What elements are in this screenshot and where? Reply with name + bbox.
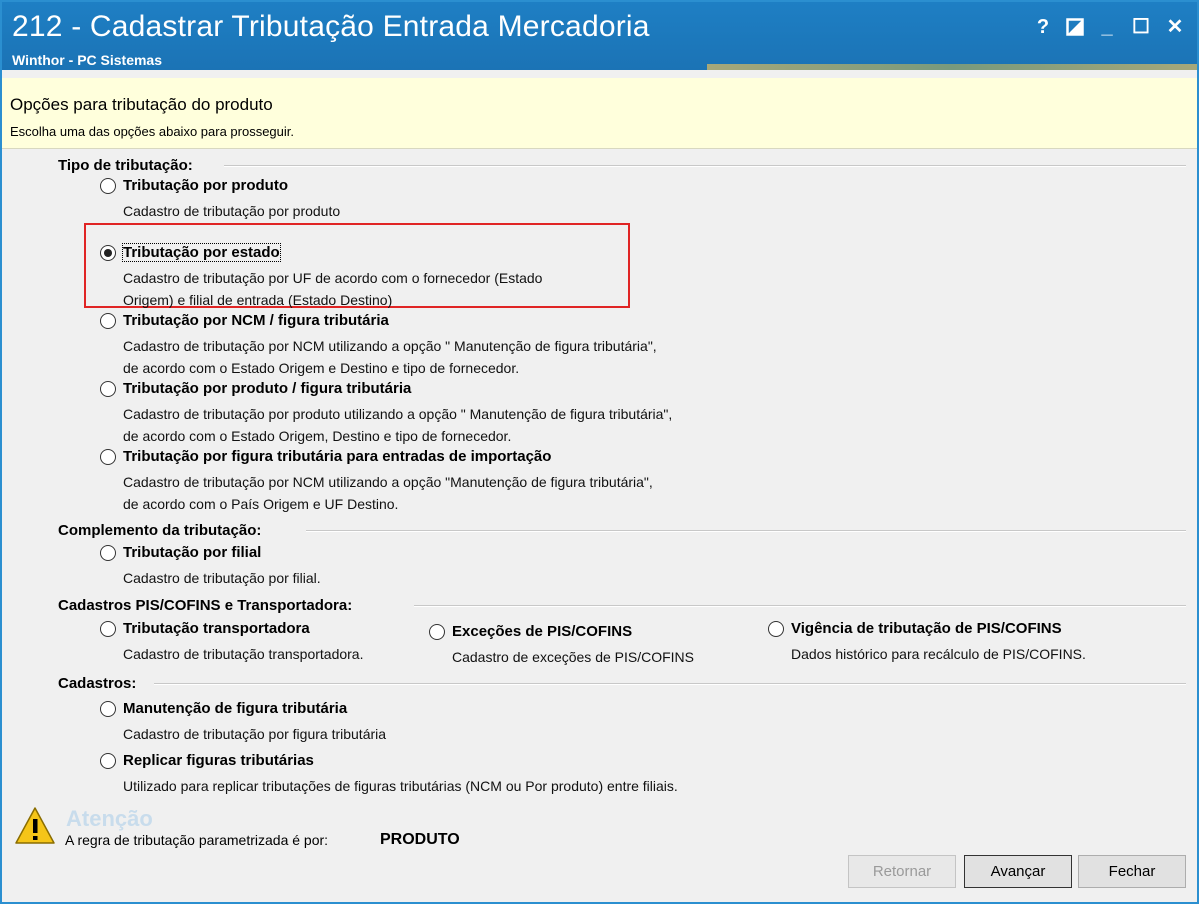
option-description: Cadastro de tributação por filial. xyxy=(123,570,321,586)
option-label[interactable]: Tributação por figura tributária para en… xyxy=(123,448,551,465)
window-title: 212 - Cadastrar Tributação Entrada Merca… xyxy=(12,10,650,43)
option-description: Cadastro de tributação por produto xyxy=(123,203,341,219)
section-divider xyxy=(306,530,1186,532)
option-description: Cadastro de exceções de PIS/COFINS xyxy=(452,649,694,665)
info-header: Opções para tributação do produto Escolh… xyxy=(2,78,1197,149)
option-description: Cadastro de tributação transportadora. xyxy=(123,646,364,662)
section-divider xyxy=(154,683,1186,685)
radio-button[interactable] xyxy=(100,313,116,329)
radio-button[interactable] xyxy=(100,701,116,717)
option-description: Dados histórico para recálculo de PIS/CO… xyxy=(791,646,1086,662)
option-description: Cadastro de tributação por NCM utilizand… xyxy=(123,474,653,512)
maximize-button[interactable]: ☐ xyxy=(1128,14,1154,40)
minimize-button[interactable]: _ xyxy=(1094,14,1120,40)
back-button[interactable]: Retornar xyxy=(848,855,956,888)
main-window: 212 - Cadastrar Tributação Entrada Merca… xyxy=(0,0,1199,904)
section-pis-label: Cadastros PIS/COFINS e Transportadora: xyxy=(58,597,353,614)
section-cadastros-label: Cadastros: xyxy=(58,675,137,692)
option-label[interactable]: Manutenção de figura tributária xyxy=(123,700,347,717)
radio-button[interactable] xyxy=(100,381,116,397)
restore-layout-button[interactable] xyxy=(1062,14,1088,40)
half-square-icon xyxy=(1066,18,1084,36)
option-description: Cadastro de tributação por NCM utilizand… xyxy=(123,338,657,376)
header-title: Opções para tributação do produto xyxy=(10,95,273,114)
attention-title: Atenção xyxy=(66,806,153,831)
window-subtitle: Winthor - PC Sistemas xyxy=(12,52,163,68)
title-bar[interactable]: 212 - Cadastrar Tributação Entrada Merca… xyxy=(2,2,1197,70)
radio-button[interactable] xyxy=(100,753,116,769)
option-label[interactable]: Tributação por estado xyxy=(122,243,281,262)
option-label[interactable]: Replicar figuras tributárias xyxy=(123,752,314,769)
radio-button-selected[interactable] xyxy=(100,245,116,261)
radio-button[interactable] xyxy=(429,624,445,640)
option-description: Cadastro de tributação por UF de acordo … xyxy=(123,270,543,308)
option-label[interactable]: Vigência de tributação de PIS/COFINS xyxy=(791,620,1062,637)
next-button[interactable]: Avançar xyxy=(964,855,1072,888)
option-label[interactable]: Exceções de PIS/COFINS xyxy=(452,623,632,640)
option-label[interactable]: Tributação por NCM / figura tributária xyxy=(123,312,389,329)
close-window-button[interactable]: ✕ xyxy=(1162,14,1188,40)
option-description: Cadastro de tributação por produto utili… xyxy=(123,406,673,444)
option-label[interactable]: Tributação por produto / figura tributár… xyxy=(123,380,411,397)
close-button[interactable]: Fechar xyxy=(1078,855,1186,888)
section-tipo-label: Tipo de tributação: xyxy=(58,157,193,174)
option-label[interactable]: Tributação por filial xyxy=(123,544,261,561)
titlebar-decoration xyxy=(707,64,1197,70)
section-divider xyxy=(414,605,1186,607)
option-description: Cadastro de tributação por figura tribut… xyxy=(123,726,387,742)
radio-button[interactable] xyxy=(100,178,116,194)
attention-value: PRODUTO xyxy=(380,831,460,848)
attention-text: A regra de tributação parametrizada é po… xyxy=(65,832,329,848)
option-label[interactable]: Tributação por produto xyxy=(123,177,288,194)
warning-icon xyxy=(15,807,55,844)
bottom-border xyxy=(2,894,1197,902)
section-complemento-label: Complemento da tributação: xyxy=(58,522,262,539)
radio-button[interactable] xyxy=(768,621,784,637)
radio-button[interactable] xyxy=(100,621,116,637)
header-subtitle: Escolha uma das opções abaixo para pross… xyxy=(10,124,295,139)
section-divider xyxy=(224,165,1186,167)
radio-button[interactable] xyxy=(100,449,116,465)
option-label[interactable]: Tributação transportadora xyxy=(123,620,310,637)
radio-button[interactable] xyxy=(100,545,116,561)
option-description: Utilizado para replicar tributações de f… xyxy=(123,778,678,794)
help-button[interactable]: ? xyxy=(1030,14,1056,40)
